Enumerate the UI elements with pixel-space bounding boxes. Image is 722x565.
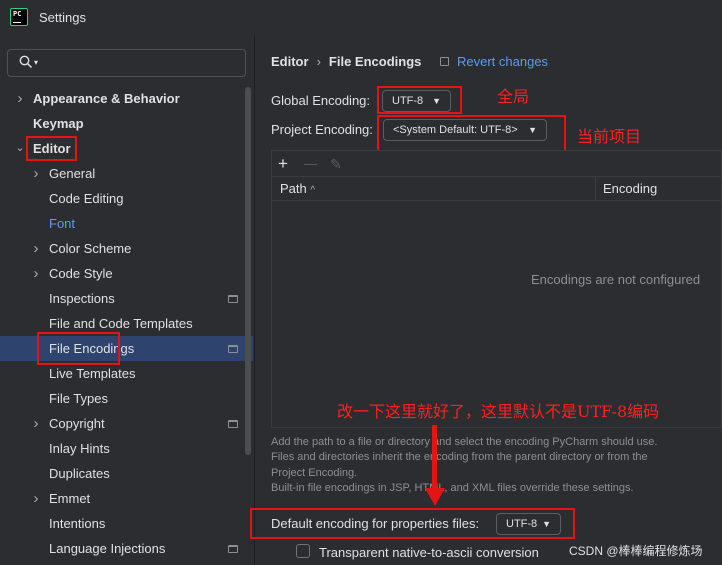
project-scope-icon	[228, 295, 238, 303]
sidebar-item-emmet[interactable]: Emmet	[49, 486, 90, 511]
annotation-project: 当前项目	[577, 127, 642, 146]
annotation-box-global	[377, 86, 462, 114]
help-line: Add the path to a file or directory and …	[271, 436, 658, 448]
remove-icon[interactable]: —	[304, 151, 317, 177]
native-to-ascii-checkbox[interactable]	[296, 544, 310, 558]
project-scope-icon	[228, 545, 238, 553]
chevron-right-icon[interactable]: ›	[15, 86, 25, 111]
sidebar-item-font[interactable]: Font	[49, 211, 75, 236]
project-encoding-label: Project Encoding:	[271, 122, 373, 137]
annotation-box-project	[377, 115, 566, 153]
help-line: Built-in file encodings in JSP, HTML, an…	[271, 481, 634, 494]
annotation-note: 改一下这里就好了，这里默认不是UTF-8编码	[337, 402, 660, 421]
column-header-encoding[interactable]: Encoding	[603, 177, 657, 201]
project-scope-icon	[228, 345, 238, 353]
revert-changes-link[interactable]: Revert changes	[457, 54, 548, 69]
sort-ascending-icon: ^	[310, 185, 316, 196]
sidebar-item-code-style[interactable]: Code Style	[49, 261, 113, 286]
column-divider	[595, 177, 596, 201]
pycharm-logo-icon: PC	[10, 8, 28, 26]
native-to-ascii-label: Transparent native-to-ascii conversion	[319, 545, 539, 560]
search-icon	[19, 55, 33, 69]
sidebar-item-code-editing[interactable]: Code Editing	[49, 186, 123, 211]
sidebar-item-inlay-hints[interactable]: Inlay Hints	[49, 436, 110, 461]
edit-icon[interactable]: ✎	[330, 151, 342, 177]
table-header: Path ^ Encoding	[272, 177, 722, 201]
annotation-arrow-shaft	[432, 425, 437, 490]
add-icon[interactable]: +	[278, 151, 288, 177]
title-bar	[0, 0, 722, 36]
annotation-arrow-head	[425, 488, 445, 506]
annotation-global: 全局	[497, 87, 530, 106]
chevron-right-icon[interactable]: ›	[31, 236, 41, 261]
table-toolbar: + — ✎	[272, 151, 722, 177]
watermark: CSDN @棒棒编程修炼场	[569, 544, 703, 558]
chevron-down-icon[interactable]: ⌄	[15, 136, 25, 161]
table-empty-text: Encodings are not configured	[531, 272, 701, 287]
breadcrumb-parent[interactable]: Editor	[271, 54, 309, 69]
search-options-icon[interactable]: ▾	[34, 58, 38, 67]
chevron-right-icon[interactable]: ›	[31, 411, 41, 436]
chevron-right-icon[interactable]: ›	[31, 486, 41, 511]
sidebar-item-appearance-behavior[interactable]: Appearance & Behavior	[33, 86, 180, 111]
breadcrumb-separator: ›	[316, 54, 321, 69]
sidebar-item-language-injections[interactable]: Language Injections	[49, 536, 165, 561]
chevron-right-icon[interactable]: ›	[31, 161, 41, 186]
sidebar-item-duplicates[interactable]: Duplicates	[49, 461, 110, 486]
help-line: Files and directories inherit the encodi…	[271, 451, 648, 464]
sidebar-item-file-types[interactable]: File Types	[49, 386, 108, 411]
sidebar-item-intentions[interactable]: Intentions	[49, 511, 105, 536]
project-scope-icon	[228, 420, 238, 428]
annotation-box-properties	[250, 508, 575, 539]
breadcrumb-current: File Encodings	[328, 54, 422, 69]
sidebar-item-general[interactable]: General	[49, 161, 95, 186]
sidebar-item-copyright[interactable]: Copyright	[49, 411, 105, 436]
column-header-path[interactable]: Path ^	[280, 177, 315, 201]
annotation-box-editor	[26, 136, 77, 161]
window-title: Settings	[39, 10, 86, 25]
sidebar-item-keymap[interactable]: Keymap	[33, 111, 84, 136]
search-input[interactable]: ▾	[7, 49, 246, 77]
sidebar-item-inspections[interactable]: Inspections	[49, 286, 115, 311]
breadcrumb: Editor › File Encodings	[271, 54, 421, 69]
help-text: Add the path to a file or directory and …	[271, 435, 716, 496]
annotation-box-file-encodings	[37, 332, 120, 365]
sidebar-scrollbar[interactable]	[245, 87, 251, 455]
global-encoding-label: Global Encoding:	[271, 93, 371, 108]
sidebar-item-color-scheme[interactable]: Color Scheme	[49, 236, 131, 261]
project-scope-icon	[440, 57, 449, 66]
chevron-right-icon[interactable]: ›	[31, 261, 41, 286]
help-line: Project Encoding.	[271, 466, 358, 479]
